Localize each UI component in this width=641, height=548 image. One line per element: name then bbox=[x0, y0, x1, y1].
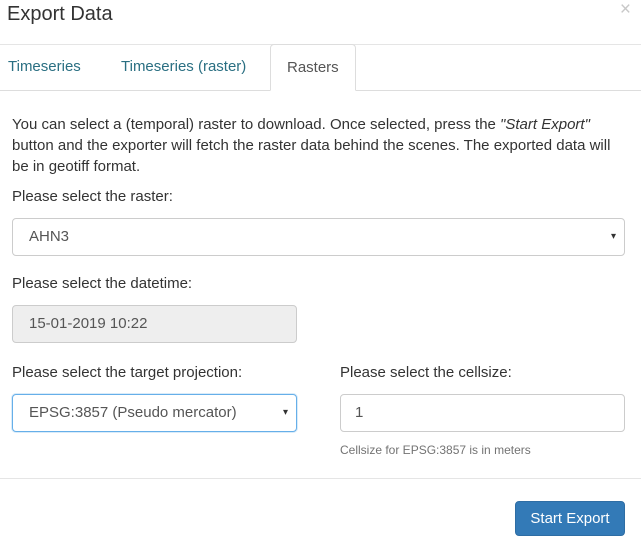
start-export-button[interactable]: Start Export bbox=[515, 501, 625, 536]
intro-part1: You can select a (temporal) raster to do… bbox=[12, 116, 501, 133]
cellsize-input[interactable]: 1 bbox=[340, 394, 625, 432]
intro-part2: button and the exporter will fetch the r… bbox=[12, 137, 611, 175]
cellsize-label: Please select the cellsize: bbox=[340, 364, 512, 381]
tab-bar: Timeseries Timeseries (raster) Rasters bbox=[0, 44, 641, 91]
close-icon[interactable]: × bbox=[620, 0, 631, 20]
datetime-label: Please select the datetime: bbox=[12, 275, 193, 292]
chevron-down-icon: ▾ bbox=[282, 407, 288, 418]
tab-rasters[interactable]: Rasters bbox=[270, 44, 356, 91]
raster-select-value: AHN3 bbox=[29, 228, 70, 245]
raster-select[interactable]: AHN3 ▾ bbox=[12, 218, 625, 256]
intro-text: You can select a (temporal) raster to do… bbox=[12, 114, 622, 177]
projection-select[interactable]: EPSG:3857 (Pseudo mercator) ▾ bbox=[12, 394, 297, 432]
projection-label: Please select the target projection: bbox=[12, 364, 243, 381]
tab-timeseries-raster[interactable]: Timeseries (raster) bbox=[114, 44, 253, 89]
chevron-down-icon: ▾ bbox=[610, 231, 616, 242]
intro-emphasis: "Start Export" bbox=[500, 116, 590, 133]
modal-title: Export Data bbox=[7, 3, 113, 25]
modal-header: Export Data × bbox=[0, 0, 641, 45]
projection-select-value: EPSG:3857 (Pseudo mercator) bbox=[29, 404, 237, 421]
datetime-input: 15-01-2019 10:22 bbox=[12, 305, 297, 343]
tab-timeseries[interactable]: Timeseries bbox=[1, 44, 88, 89]
cellsize-help-text: Cellsize for EPSG:3857 is in meters bbox=[340, 443, 531, 457]
raster-label: Please select the raster: bbox=[12, 188, 173, 205]
